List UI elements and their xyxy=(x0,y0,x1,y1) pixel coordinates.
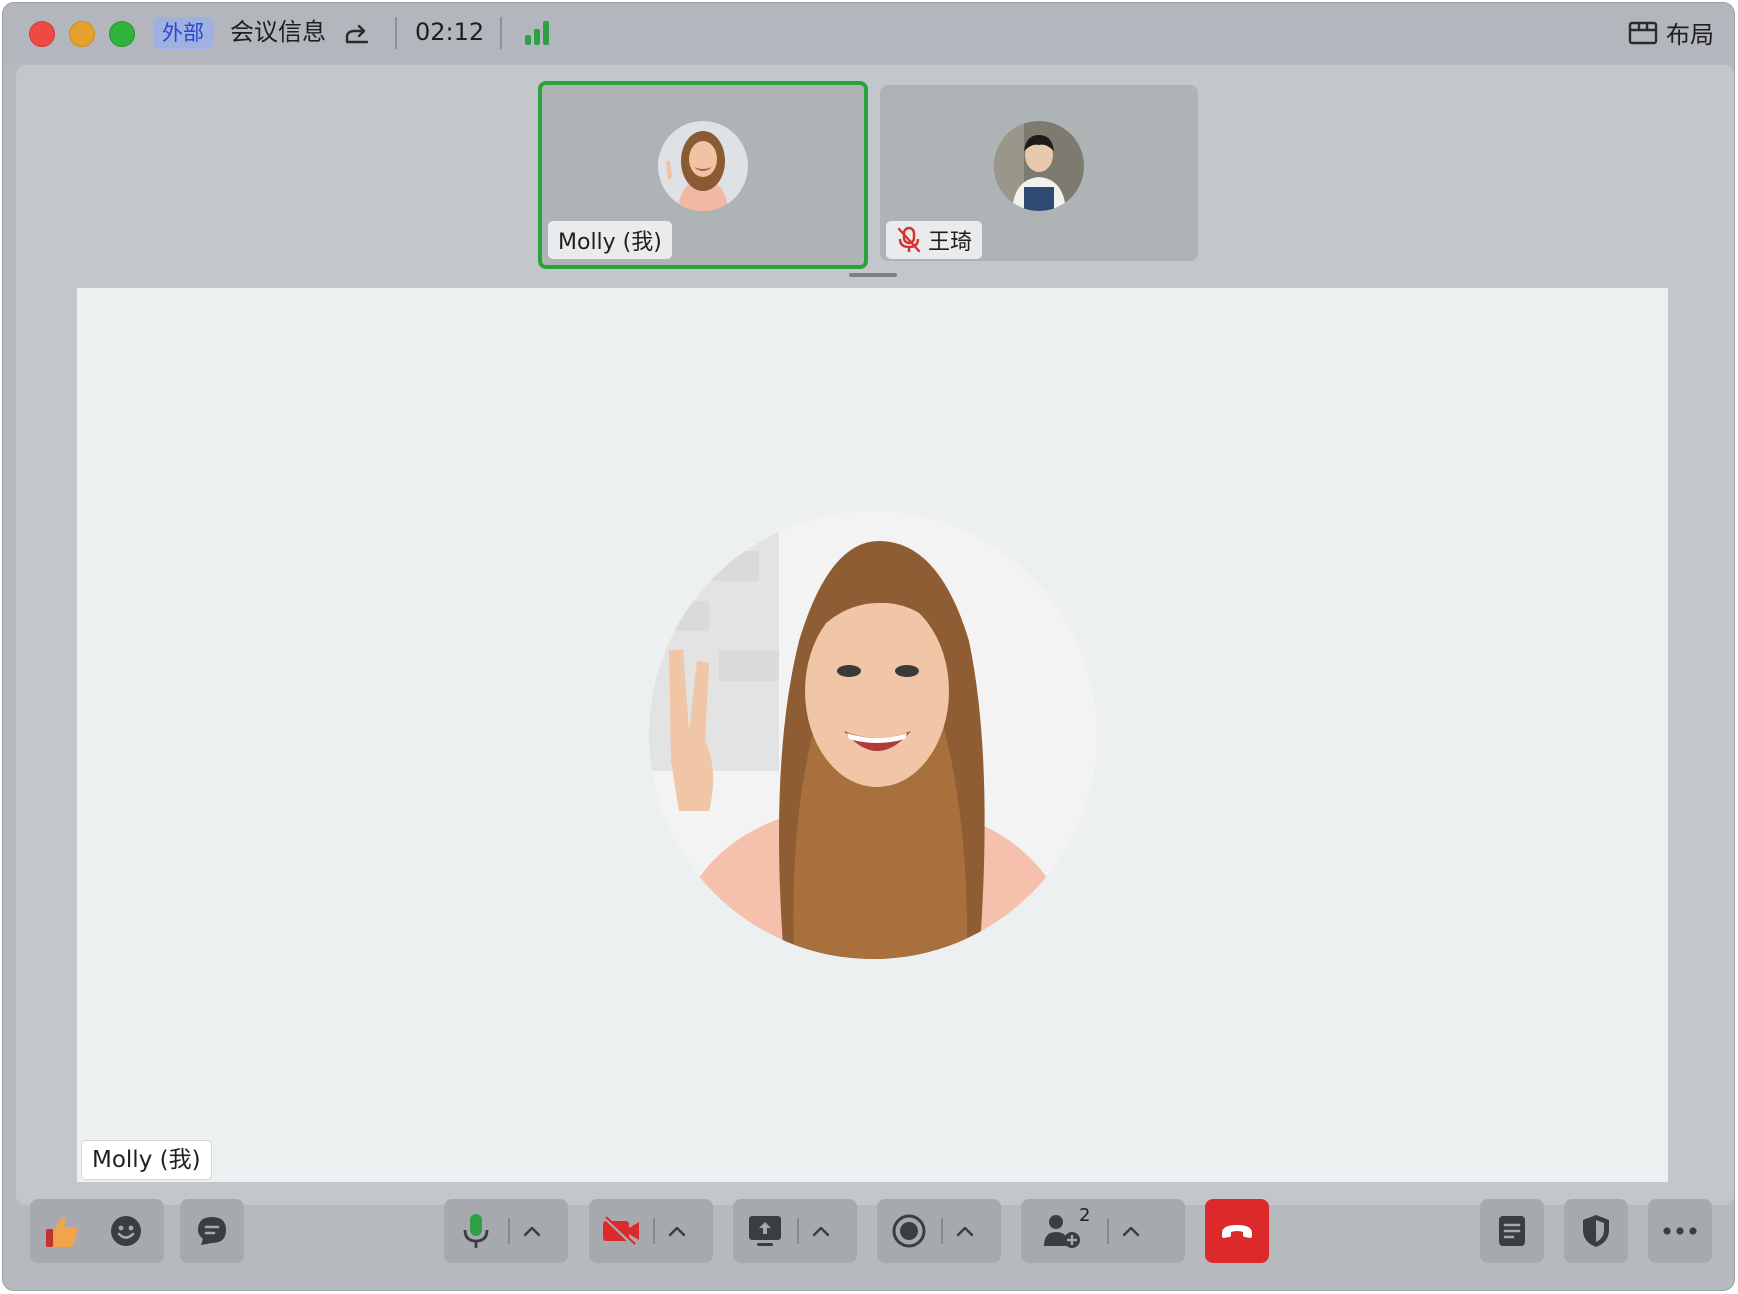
shield-icon[interactable] xyxy=(1564,1199,1628,1263)
avatar xyxy=(658,121,748,211)
main-speaker-name-tag: Molly (我) xyxy=(81,1140,212,1180)
record-group xyxy=(877,1199,1001,1263)
participant-tile-wangqi[interactable]: 王琦 xyxy=(880,85,1198,261)
main-video-view: Molly (我) xyxy=(77,288,1668,1182)
participant-name: Molly (我) xyxy=(558,230,662,255)
participant-tile-molly[interactable]: Molly (我) xyxy=(538,81,868,269)
avatar xyxy=(994,121,1084,211)
external-badge: 外部 xyxy=(153,17,213,49)
end-call-button[interactable] xyxy=(1205,1199,1269,1263)
participant-count: 2 xyxy=(1079,1205,1091,1226)
share-icon[interactable] xyxy=(343,19,371,47)
layout-label: 布局 xyxy=(1666,21,1714,49)
participant-name-tag: 王琦 xyxy=(886,221,983,259)
meeting-timer: 02:12 xyxy=(415,18,485,46)
participant-name-tag: Molly (我) xyxy=(548,221,672,259)
notes-group xyxy=(1480,1199,1544,1263)
main-speaker-avatar xyxy=(649,511,1097,959)
add-participant-icon[interactable]: 2 xyxy=(1021,1199,1107,1263)
end-call-icon xyxy=(1222,1225,1252,1238)
screen-share-group xyxy=(733,1199,857,1263)
titlebar-divider xyxy=(395,17,397,49)
camera-off-icon[interactable] xyxy=(589,1199,653,1263)
emoji-icon[interactable] xyxy=(94,1199,158,1263)
meeting-window: 外部 会议信息 02:12 布局 Molly (我) 王琦 Molly (我) … xyxy=(2,2,1735,1291)
participants-group: 2 xyxy=(1021,1199,1185,1263)
camera-options-chevron-up-icon[interactable] xyxy=(655,1199,699,1263)
close-window-button[interactable] xyxy=(29,21,55,47)
microphone-icon[interactable] xyxy=(444,1199,508,1263)
record-icon[interactable] xyxy=(877,1199,941,1263)
mic-options-chevron-up-icon[interactable] xyxy=(510,1199,554,1263)
resize-handle[interactable] xyxy=(849,273,897,277)
minimize-window-button[interactable] xyxy=(69,21,95,47)
more-icon[interactable] xyxy=(1648,1199,1712,1263)
titlebar-divider xyxy=(500,17,502,49)
security-group xyxy=(1564,1199,1628,1263)
layout-icon xyxy=(1628,21,1658,44)
participants-options-chevron-up-icon[interactable] xyxy=(1109,1199,1153,1263)
more-group xyxy=(1648,1199,1712,1263)
participant-name: 王琦 xyxy=(928,230,973,255)
chat-icon[interactable] xyxy=(180,1199,244,1263)
share-options-chevron-up-icon[interactable] xyxy=(799,1199,843,1263)
notes-icon[interactable] xyxy=(1480,1199,1544,1263)
layout-button[interactable]: 布局 xyxy=(1628,15,1714,50)
signal-strength-icon[interactable] xyxy=(525,21,553,45)
thumbs-up-icon[interactable] xyxy=(30,1199,94,1263)
mic-muted-icon xyxy=(897,226,921,253)
titlebar: 外部 会议信息 02:12 布局 xyxy=(3,3,1734,63)
reactions-group xyxy=(30,1199,164,1263)
mic-group xyxy=(444,1199,568,1263)
bottom-toolbar: 2 xyxy=(3,1199,1734,1290)
meeting-info-button[interactable]: 会议信息 xyxy=(230,15,326,49)
screen-share-icon[interactable] xyxy=(733,1199,797,1263)
record-options-chevron-up-icon[interactable] xyxy=(943,1199,987,1263)
camera-group xyxy=(589,1199,713,1263)
chat-group xyxy=(180,1199,244,1263)
maximize-window-button[interactable] xyxy=(109,21,135,47)
